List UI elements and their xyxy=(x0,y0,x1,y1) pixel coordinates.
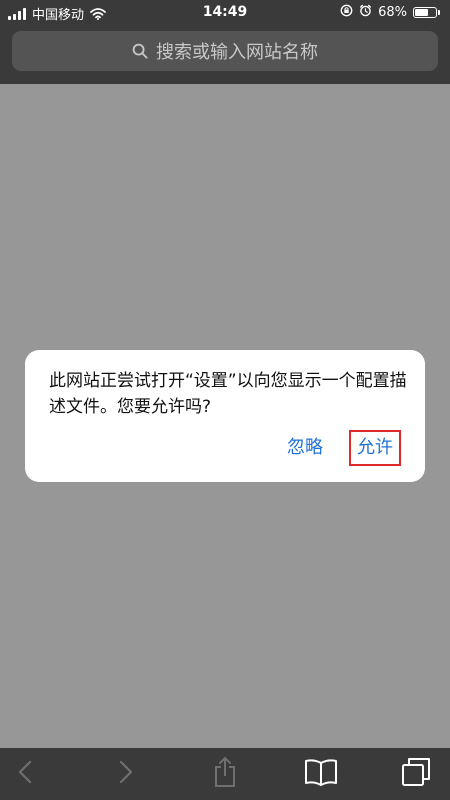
url-search-field[interactable]: 搜索或输入网站名称 xyxy=(12,31,438,71)
status-bar: 中国移动 14:49 68% xyxy=(0,0,450,26)
search-icon xyxy=(132,43,148,59)
ignore-button[interactable]: 忽略 xyxy=(283,434,327,462)
dialog-actions: 忽略 允许 xyxy=(283,430,401,466)
rotation-lock-icon xyxy=(340,4,353,21)
bottom-toolbar xyxy=(0,748,450,800)
bookmarks-icon xyxy=(304,758,338,790)
allow-button[interactable]: 允许 xyxy=(349,430,401,466)
back-button[interactable] xyxy=(0,748,50,800)
status-right: 68% xyxy=(340,4,440,21)
url-placeholder: 搜索或输入网站名称 xyxy=(156,42,318,63)
dialog-message: 此网站正尝试打开“设置”以向您显示一个配置描述文件。您要允许吗? xyxy=(49,371,407,417)
battery-percent: 68% xyxy=(378,5,407,20)
share-icon xyxy=(212,756,238,792)
forward-button[interactable] xyxy=(101,748,151,800)
share-button[interactable] xyxy=(200,748,250,800)
tabs-button[interactable] xyxy=(391,748,441,800)
profile-permission-dialog: 此网站正尝试打开“设置”以向您显示一个配置描述文件。您要允许吗? 忽略 允许 xyxy=(25,350,425,482)
battery-icon xyxy=(413,7,440,18)
forward-icon xyxy=(119,760,133,788)
bookmarks-button[interactable] xyxy=(296,748,346,800)
back-icon xyxy=(18,760,32,788)
top-bar: 中国移动 14:49 68% 搜索或输入网站名称 xyxy=(0,0,450,84)
tabs-icon xyxy=(401,757,431,791)
alarm-icon xyxy=(359,4,372,21)
